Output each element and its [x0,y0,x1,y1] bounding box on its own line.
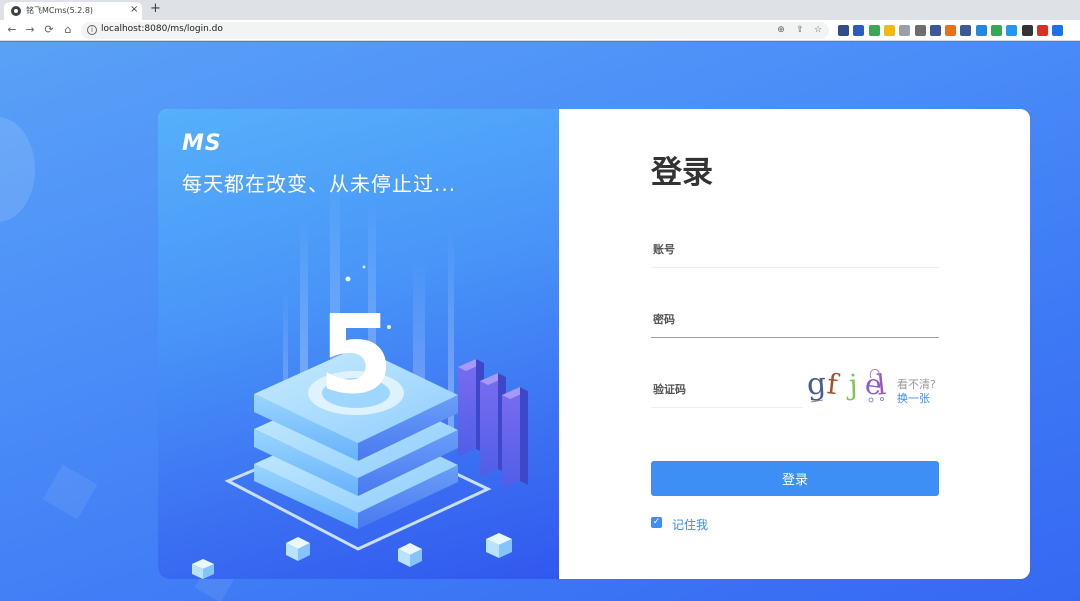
password-input[interactable] [651,299,939,337]
zoom-icon[interactable]: ⊕ [775,24,787,37]
ext-10-icon[interactable] [975,25,987,36]
forward-arrow-icon[interactable]: → [23,22,37,38]
reload-icon[interactable]: ⟳ [42,22,56,38]
password-underline [651,337,939,338]
ext-11-icon[interactable] [991,25,1002,36]
site-info-icon[interactable]: i [87,25,97,35]
decorative-circle [0,117,35,222]
tab-close-icon[interactable]: × [130,4,138,16]
sparkle [362,265,366,269]
ext-6-icon[interactable] [914,25,926,36]
ext-1-icon[interactable] [838,25,849,36]
decorative-cube [42,464,98,520]
address-bar[interactable]: i localhost:8080/ms/login.do ⊕ ⇪ ☆ [81,22,829,39]
browser-tab[interactable]: 铭飞MCms(5.2.8) × [4,2,142,20]
address-url[interactable]: localhost:8080/ms/login.do [101,24,223,34]
browser-tab-strip: 铭飞MCms(5.2.8) × + [0,0,1080,20]
ext-5-icon[interactable] [899,25,911,36]
ext-3-icon[interactable] [868,25,880,36]
login-form: 登录 账号 密码 验证码 gfjel 看不清? 换一张 登录 ✓ 记住我 [559,109,1030,579]
login-title: 登录 [651,155,713,191]
ext-2-icon[interactable] [853,25,865,36]
login-button[interactable]: 登录 [651,461,939,496]
captcha-glyph: g [807,366,827,402]
username-underline [651,267,939,268]
login-card: MS 每天都在改变、从未停止过... 5 登录 账号 密码 验证码 g f j … [158,109,1030,579]
ext-4-icon[interactable] [883,25,895,36]
ext-13-icon[interactable] [1021,25,1033,36]
captcha-refresh-link[interactable]: 换一张 [897,390,930,406]
tab-title: 铭飞MCms(5.2.8) [26,6,94,15]
back-arrow-icon[interactable]: ← [5,22,19,38]
home-icon[interactable]: ⌂ [61,22,75,38]
captcha-underline [651,407,803,408]
bar-graph [458,359,528,489]
captcha-glyph: j [845,368,858,401]
hero-number: 5 [318,293,393,418]
sparkle [345,276,351,282]
ext-9-icon[interactable] [960,25,972,36]
captcha-input[interactable] [651,369,803,407]
new-tab-button[interactable]: + [150,1,161,17]
decorative-cubes [192,533,512,579]
ext-8-icon[interactable] [945,25,957,36]
username-input[interactable] [651,229,939,267]
remember-checkbox[interactable]: ✓ [651,517,662,528]
remember-label[interactable]: 记住我 [672,516,708,533]
ext-15-icon[interactable] [1052,25,1064,36]
ext-7-icon[interactable] [929,25,941,36]
hero-illustration: 5 [192,179,528,579]
ext-12-icon[interactable] [1006,25,1018,36]
promo-panel: MS 每天都在改变、从未停止过... 5 [158,109,559,579]
share-icon[interactable]: ⇪ [794,24,806,37]
captcha-glyph: f [825,367,841,401]
bookmark-star-icon[interactable]: ☆ [812,24,824,37]
site-favicon-icon [11,6,21,16]
ext-14-icon[interactable] [1036,25,1048,36]
captcha-image[interactable]: gf j el [807,362,891,406]
